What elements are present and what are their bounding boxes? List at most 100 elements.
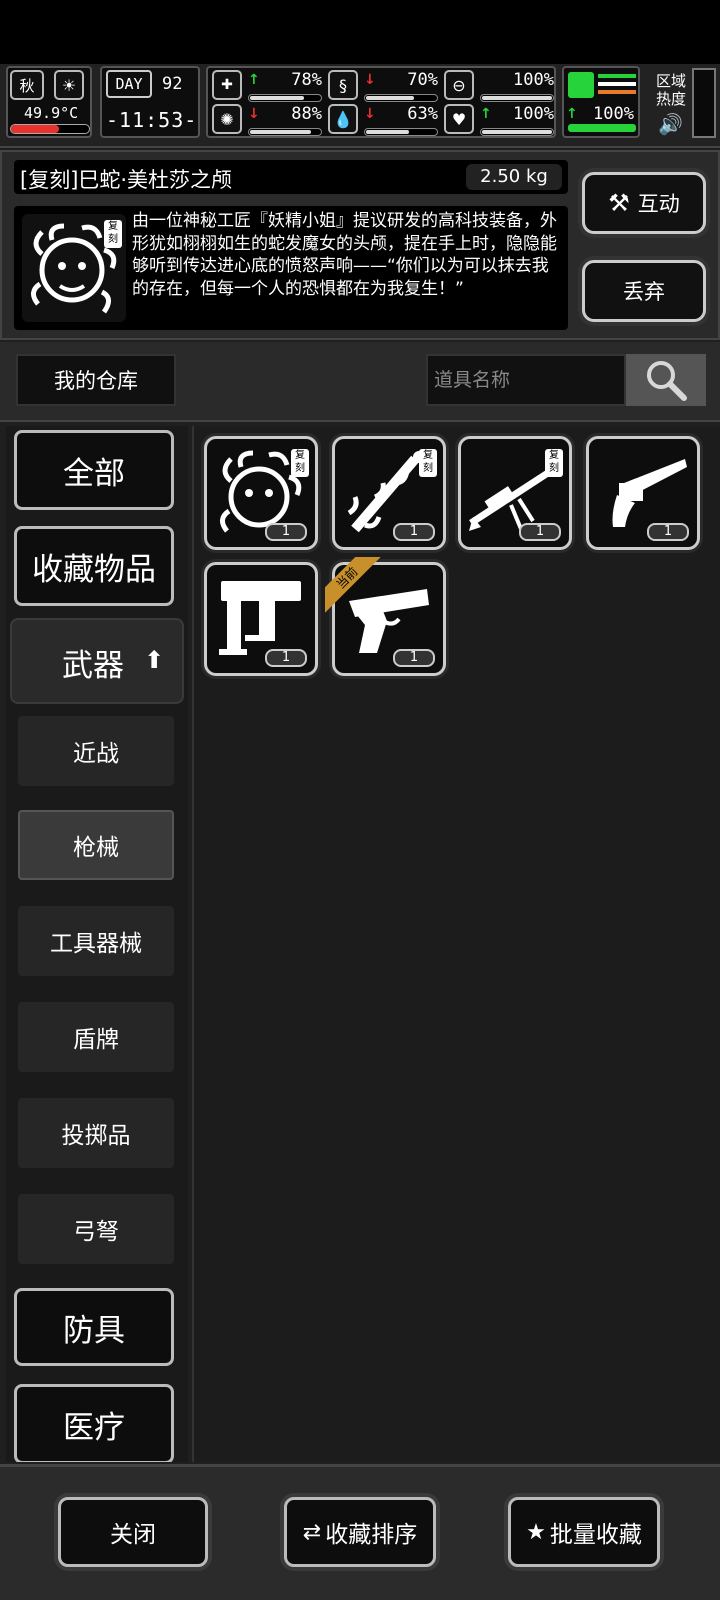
hunger-value: 70% (407, 70, 438, 90)
zone-heat-meter (692, 68, 716, 138)
item-slot[interactable]: 当前 1 (325, 557, 446, 676)
arrow-up-icon: ⬆ (144, 646, 165, 674)
item-quantity: 1 (393, 649, 435, 667)
replica-badge: 复刻 (104, 220, 122, 248)
mind-bar (248, 128, 322, 136)
category-medical[interactable]: 医疗 (14, 1384, 174, 1462)
health-stat: ✚ ↑ 78% (212, 70, 322, 104)
medusa-head-icon: 复刻 (22, 214, 126, 322)
leg-status-box: ↑ 100% (562, 66, 640, 138)
day-label: DAY (106, 70, 152, 98)
heart-bar (480, 128, 554, 136)
subcategory-tools[interactable]: 工具器械 (18, 906, 174, 976)
batch-favorite-button[interactable]: ★ 批量收藏 (508, 1497, 660, 1567)
my-warehouse-button[interactable]: 我的仓库 (16, 354, 176, 406)
stamina-bar (480, 94, 554, 102)
item-slot[interactable]: 复刻 1 (204, 436, 318, 550)
footer-bar: 关闭 ⇄ 收藏排序 ★ 批量收藏 (0, 1464, 720, 1600)
heart-stat: ♥ ↑ 100% (444, 104, 554, 138)
subcategory-firearms[interactable]: 枪械 (18, 810, 174, 880)
warehouse-bar: 我的仓库 (0, 342, 720, 422)
leg-trend-arrow: ↑ (566, 106, 578, 122)
season-icon: 秋 (10, 70, 44, 100)
speaker-icon[interactable]: 🔊 (658, 112, 683, 136)
subcategory-bows[interactable]: 弓弩 (18, 1194, 174, 1264)
stamina-value: 100% (513, 70, 554, 90)
replica-badge: 复刻 (545, 449, 563, 477)
heart-icon: ♥ (444, 104, 474, 134)
leg-indicator-white (598, 82, 636, 86)
item-quantity: 1 (519, 523, 561, 541)
subcategory-throwables[interactable]: 投掷品 (18, 1098, 174, 1168)
health-bar (248, 94, 322, 102)
clock-readout: -11:53- (106, 108, 198, 132)
hunger-trend-arrow: ↓ (364, 72, 376, 88)
leg-indicator-green (598, 74, 636, 78)
subcategory-shields[interactable]: 盾牌 (18, 1002, 174, 1072)
item-title-bar: [复刻]巳蛇·美杜莎之颅 2.50 kg (14, 160, 568, 194)
health-bar-fill (250, 96, 305, 100)
thirst-bar (364, 128, 438, 136)
discard-button[interactable]: 丢弃 (582, 260, 706, 322)
stamina-bar-fill (482, 96, 552, 100)
interact-label: 互动 (637, 192, 680, 216)
water-drop-icon: 💧 (328, 104, 358, 134)
sort-favorites-button[interactable]: ⇄ 收藏排序 (284, 1497, 436, 1567)
health-trend-arrow: ↑ (248, 72, 260, 88)
medkit-icon: ✚ (212, 70, 242, 100)
mind-trend-arrow: ↓ (248, 106, 260, 122)
category-armor[interactable]: 防具 (14, 1288, 174, 1366)
mind-value: 88% (291, 104, 322, 124)
leg-bar (568, 124, 636, 132)
zone-heat-label: 区域热度 (656, 72, 687, 108)
capsule-icon: ⊖ (444, 70, 474, 100)
season-label: 秋 (19, 76, 35, 95)
category-favorites[interactable]: 收藏物品 (14, 526, 174, 606)
item-quantity: 1 (265, 523, 307, 541)
interact-button[interactable]: ⚒ 互动 (582, 172, 706, 234)
temperature-bar (10, 124, 90, 134)
sort-favorites-label: 收藏排序 (325, 1522, 418, 1548)
leg-indicator-orange (598, 90, 636, 94)
swap-arrows-icon: ⇄ (302, 1519, 322, 1545)
item-quantity: 1 (393, 523, 435, 541)
category-sidebar[interactable]: 全部 收藏物品 武器 ⬆ 近战 枪械 工具器械 盾牌 投掷品 弓弩 防具 医疗 (6, 426, 188, 1462)
current-ribbon: 当前 (325, 557, 381, 613)
thirst-value: 63% (407, 104, 438, 124)
search-button[interactable] (626, 354, 706, 406)
boot-icon (568, 72, 594, 98)
close-button[interactable]: 关闭 (58, 1497, 208, 1567)
item-grid: 复刻 1 复刻 1 复刻 1 1 1 当前 1 (192, 426, 720, 1462)
item-title: [复刻]巳蛇·美杜莎之颅 (20, 168, 233, 192)
category-weapons[interactable]: 武器 ⬆ (10, 618, 184, 704)
category-all[interactable]: 全部 (14, 430, 174, 510)
thirst-trend-arrow: ↓ (364, 106, 376, 122)
item-description: 由一位神秘工匠『妖精小姐』提议研发的高科技装备，外形犹如栩栩如生的蛇发魔女的头颅… (132, 211, 557, 299)
item-slot[interactable]: 复刻 1 (458, 436, 572, 550)
brain-icon: ✺ (212, 104, 242, 134)
item-slot[interactable]: 1 (586, 436, 700, 550)
thirst-bar-fill (366, 130, 410, 134)
thirst-stat: 💧 ↓ 63% (328, 104, 438, 138)
current-ribbon-label: 当前 (325, 557, 381, 613)
replica-badge: 复刻 (419, 449, 437, 477)
item-detail-panel: [复刻]巳蛇·美杜莎之颅 2.50 kg 复刻 由一位神秘工匠『妖精小姐』提议研… (0, 150, 720, 340)
day-clock-box: DAY 92 -11:53- (100, 66, 200, 138)
hammer-icon: ⚒ (608, 189, 630, 217)
star-icon: ★ (526, 1519, 546, 1545)
category-weapons-label: 武器 (62, 648, 124, 684)
subcategory-melee[interactable]: 近战 (18, 716, 174, 786)
temperature-value: 49.9°C (24, 104, 79, 122)
item-weight: 2.50 kg (466, 164, 562, 190)
search-icon (647, 361, 687, 401)
item-slot[interactable]: 1 (204, 562, 318, 676)
search-input[interactable] (426, 354, 626, 406)
item-slot[interactable]: 复刻 1 (332, 436, 446, 550)
mind-stat: ✺ ↓ 88% (212, 104, 322, 138)
season-temperature-box: 秋 ☀ 49.9°C (6, 66, 92, 138)
sun-icon: ☀ (54, 70, 84, 100)
day-number: 92 (162, 74, 183, 94)
heart-bar-fill (482, 130, 552, 134)
stamina-stat: ⊖ 100% (444, 70, 554, 104)
temperature-bar-fill (11, 125, 60, 133)
